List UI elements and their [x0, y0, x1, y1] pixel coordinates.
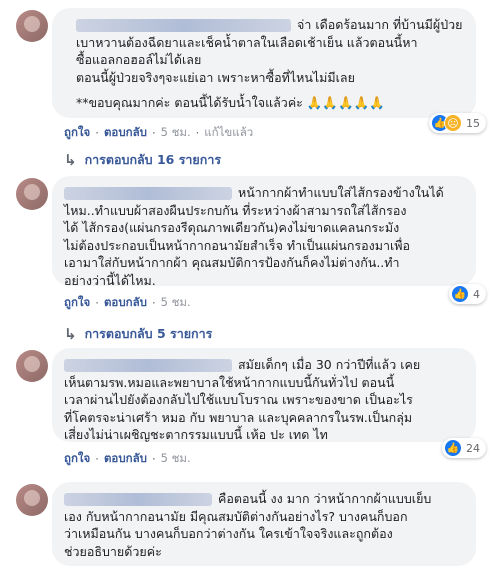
reply-arrow-icon: ↳ [64, 151, 77, 169]
reply-button[interactable]: ตอบกลับ [104, 124, 147, 142]
like-reaction-icon: 👍 [451, 285, 469, 303]
reply-button[interactable]: ตอบกลับ [104, 450, 147, 468]
author-name-blurred[interactable] [64, 359, 232, 372]
comment-text-line: สมัยเด็กๆ เมื่อ 30 กว่าปีที่แล้ว เคย [238, 357, 421, 372]
like-button[interactable]: ถูกใจ [64, 294, 90, 312]
avatar[interactable] [16, 350, 48, 382]
comment-actions: ถูกใจ · ตอบกลับ · 5 ชม. [64, 294, 191, 312]
like-button[interactable]: ถูกใจ [64, 124, 90, 142]
avatar[interactable] [16, 484, 48, 516]
avatar[interactable] [16, 10, 48, 42]
comment-text-line: ไม่ต้องประกอบเป็นหน้ากากอนามัยสำเร็จ ทำเ… [64, 237, 411, 253]
reaction-summary[interactable]: 👍 4 [449, 284, 486, 304]
reply-arrow-icon: ↳ [64, 325, 77, 343]
reaction-count: 15 [466, 116, 480, 130]
reply-button[interactable]: ตอบกลับ [104, 294, 147, 312]
comment-text-line: **ขอบคุณมากค่ะ ตอนนี้ได้รับน้ำใจแล้วค่ะ … [76, 95, 385, 110]
comment-text-line: ได้ ไส้กรอง(แผ่นกรองรีดุณภาพเดียวกัน)คงไ… [64, 220, 400, 235]
timestamp[interactable]: 5 ชม. [161, 450, 191, 468]
view-replies-link[interactable]: ↳ การตอบกลับ 5 รายการ [64, 324, 212, 344]
view-replies-link[interactable]: ↳ การตอบกลับ 16 รายการ [64, 150, 221, 170]
comment-text-line: เอามาใส่กับหน้ากากผ้า คุณสมบัติการป้องกั… [64, 255, 400, 270]
timestamp[interactable]: 5 ชม. [161, 294, 191, 312]
comment-text-line: ตอนนี้ผู้ป่วยจริงๆจะแย่เอา เพราะหาซื้อที… [76, 69, 355, 85]
comment-bubble: คือตอนนี้ งง มาก ว่าหน้ากากผ้าแบบเย็บ เอ… [52, 482, 476, 566]
comment-text-line: จ่า เดือดร้อนมาก ที่บ้านมีผู้ป่วย [297, 17, 463, 32]
reaction-count: 24 [466, 441, 480, 455]
comment-text-line: เสี่ยงไม่น่าเผชิญชะตากรรมแบบนี้ เห้อ ปะ … [64, 427, 328, 442]
comment-text-line: ที่โคตรจะน่าเศร้า หมอ กับ พยาบาล และบุคค… [64, 409, 413, 425]
comment-text-line: เบาหวานต้องฉีดยาและเช็คน้ำตาลในเลือดเช้า… [76, 34, 418, 50]
author-name-blurred[interactable] [64, 493, 212, 506]
reaction-summary[interactable]: 👍 ☹ 15 [429, 113, 486, 133]
author-name-blurred[interactable] [76, 19, 291, 32]
comment-text-line: เวลาผ่านไปยังต้องกลับไปใช้แบบโบราณ เพราะ… [64, 392, 413, 407]
edited-label[interactable]: แก้ไขแล้ว [204, 124, 253, 142]
comment-text-line: ไหม..ทำแบบผ้าสองผืนประกบกัน ที่ระหว่างผ้… [64, 202, 407, 218]
replies-label: การตอบกลับ 16 รายการ [84, 152, 222, 167]
comment-text-line: อย่างว่านี้ได้ไหม. [64, 272, 156, 288]
comment-bubble: สมัยเด็กๆ เมื่อ 30 กว่าปีที่แล้ว เคย เห็… [52, 348, 476, 442]
reaction-summary[interactable]: 👍 24 [442, 438, 486, 458]
comment-bubble: หน้ากากผ้าทำแบบใส่ไส้กรองข้างในได้ ไหม..… [52, 176, 476, 288]
timestamp[interactable]: 5 ชม. [161, 124, 191, 142]
comment-text-line: ช่วยอธิบายด้วยค่ะ [64, 543, 162, 559]
like-reaction-icon: 👍 [444, 439, 462, 457]
reaction-count: 4 [473, 287, 480, 301]
author-name-blurred[interactable] [64, 187, 232, 200]
comment-text-line: คือตอนนี้ งง มาก ว่าหน้ากากผ้าแบบเย็บ [218, 491, 432, 506]
sad-reaction-icon: ☹ [444, 114, 462, 132]
comment-actions: ถูกใจ · ตอบกลับ · 5 ชม. [64, 450, 191, 468]
replies-label: การตอบกลับ 5 รายการ [84, 326, 213, 341]
like-button[interactable]: ถูกใจ [64, 450, 90, 468]
comment-text-line: ว่าเหมือนกัน บางคนก็บอกว่าต่างกัน ใครเข้… [64, 526, 393, 541]
comment-bubble: จ่า เดือดร้อนมาก ที่บ้านมีผู้ป่วย เบาหวา… [52, 8, 476, 118]
comment-text-line: เห็นตามรพ.หมอและพยาบาลใช้หน้ากากแบบนี้กั… [64, 374, 395, 390]
comment-text-line: หน้ากากผ้าทำแบบใส่ไส้กรองข้างในได้ [238, 185, 444, 200]
comment-actions: ถูกใจ · ตอบกลับ · 5 ชม. · แก้ไขแล้ว [64, 124, 254, 142]
avatar[interactable] [16, 178, 48, 210]
comment-text-line: เอง กับหน้ากากอนามัย มีคุณสมบัติต่างกันอ… [64, 508, 408, 524]
comment-text-line: ซื้อแอลกอฮอล์ไม่ได้เลย [76, 52, 202, 67]
